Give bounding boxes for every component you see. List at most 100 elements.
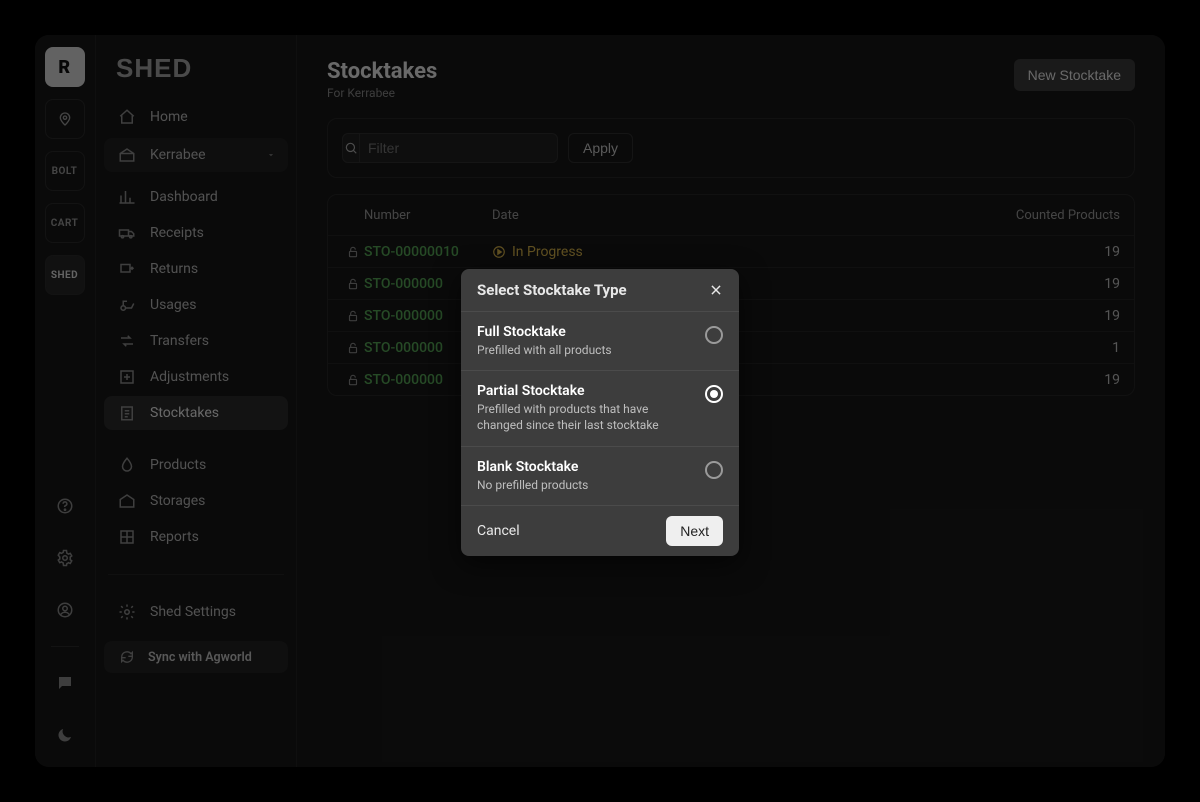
nav-transfers[interactable]: Transfers <box>104 324 288 358</box>
lock-icon <box>342 373 364 387</box>
nav-label: Usages <box>150 297 196 313</box>
clipboard-icon <box>116 404 138 422</box>
th-number: Number <box>364 208 492 223</box>
play-icon <box>492 245 506 259</box>
lock-icon <box>342 309 364 323</box>
rail-location-pin[interactable] <box>45 99 85 139</box>
row-number: STO-00000010 <box>364 244 492 260</box>
lock-icon <box>342 341 364 355</box>
row-count: 19 <box>970 308 1120 324</box>
row-count: 19 <box>970 276 1120 292</box>
user-icon <box>56 601 74 619</box>
table-header: Number Date Counted Products <box>328 195 1134 235</box>
gear-icon <box>56 549 74 567</box>
account-button[interactable] <box>45 590 85 630</box>
radio-icon <box>705 461 723 479</box>
adjust-icon <box>116 368 138 386</box>
option-title: Blank Stocktake <box>477 459 588 475</box>
next-button[interactable]: Next <box>666 516 723 546</box>
filter-input[interactable] <box>360 140 557 156</box>
help-icon <box>56 497 74 515</box>
cancel-button[interactable]: Cancel <box>477 523 520 539</box>
nav-storages[interactable]: Storages <box>104 484 288 518</box>
filter-panel: Apply <box>327 118 1135 178</box>
nav-products[interactable]: Products <box>104 448 288 482</box>
option-desc: Prefilled with all products <box>477 342 612 358</box>
sidebar: SHED Home Kerrabee Dashboard Receipts <box>95 35 297 767</box>
nav-location-label: Kerrabee <box>150 147 206 163</box>
new-stocktake-button[interactable]: New Stocktake <box>1014 59 1135 91</box>
chat-icon <box>56 674 74 692</box>
nav-home-label: Home <box>150 109 188 125</box>
usage-icon <box>116 296 138 314</box>
rail-tab-cart[interactable]: CART <box>45 203 85 243</box>
sync-label: Sync with Agworld <box>148 650 252 665</box>
nav-label: Transfers <box>150 333 209 349</box>
modal-title: Select Stocktake Type <box>477 281 627 299</box>
nav-shed-settings[interactable]: Shed Settings <box>104 595 288 629</box>
nav-home[interactable]: Home <box>104 100 288 134</box>
app-rail: R BOLT CART SHED <box>35 35 95 767</box>
radio-icon <box>705 385 723 403</box>
page-subtitle: For Kerrabee <box>327 86 437 100</box>
row-count: 1 <box>970 340 1120 356</box>
logo-button[interactable]: R <box>45 47 85 87</box>
filter-input-wrap[interactable] <box>342 133 558 163</box>
option-title: Full Stocktake <box>477 324 612 340</box>
stocktake-type-option[interactable]: Full Stocktake Prefilled with all produc… <box>461 311 739 370</box>
help-button[interactable] <box>45 486 85 526</box>
row-count: 19 <box>970 244 1120 260</box>
chevron-down-icon <box>266 150 276 160</box>
nav-location-select[interactable]: Kerrabee <box>104 138 288 172</box>
storage-icon <box>116 492 138 510</box>
chart-icon <box>116 188 138 206</box>
nav-adjustments[interactable]: Adjustments <box>104 360 288 394</box>
select-stocktake-type-modal: Select Stocktake Type Full Stocktake Pre… <box>461 269 739 556</box>
return-icon <box>116 260 138 278</box>
row-date: In Progress <box>492 244 970 260</box>
rail-tab-bolt[interactable]: BOLT <box>45 151 85 191</box>
nav-label: Reports <box>150 529 199 545</box>
nav-reports[interactable]: Reports <box>104 520 288 554</box>
option-title: Partial Stocktake <box>477 383 667 399</box>
option-desc: Prefilled with products that have change… <box>477 401 667 433</box>
nav-label: Returns <box>150 261 198 277</box>
nav-stocktakes[interactable]: Stocktakes <box>104 396 288 430</box>
sync-agworld-button[interactable]: Sync with Agworld <box>104 641 288 673</box>
stocktake-type-option[interactable]: Partial Stocktake Prefilled with product… <box>461 370 739 445</box>
row-count: 19 <box>970 372 1120 388</box>
sync-icon <box>116 649 138 665</box>
nav-label: Stocktakes <box>150 405 219 421</box>
rail-tab-shed[interactable]: SHED <box>45 255 85 295</box>
pin-icon <box>57 111 73 127</box>
gear-icon <box>116 603 138 621</box>
chat-button[interactable] <box>45 663 85 703</box>
drop-icon <box>116 456 138 474</box>
radio-icon <box>705 326 723 344</box>
nav-dashboard[interactable]: Dashboard <box>104 180 288 214</box>
stocktake-type-option[interactable]: Blank Stocktake No prefilled products <box>461 446 739 505</box>
nav-label: Shed Settings <box>150 604 236 620</box>
settings-button[interactable] <box>45 538 85 578</box>
truck-in-icon <box>116 224 138 242</box>
grid-icon <box>116 528 138 546</box>
sidebar-brand: SHED <box>104 49 288 98</box>
nav-label: Products <box>150 457 206 473</box>
table-row[interactable]: STO-00000010 In Progress 19 <box>328 235 1134 267</box>
nav-returns[interactable]: Returns <box>104 252 288 286</box>
th-date: Date <box>492 208 970 223</box>
nav-label: Receipts <box>150 225 204 241</box>
nav-usages[interactable]: Usages <box>104 288 288 322</box>
close-icon[interactable] <box>709 283 723 297</box>
home-icon <box>116 108 138 126</box>
moon-icon <box>56 726 74 744</box>
lock-icon <box>342 245 364 259</box>
nav-receipts[interactable]: Receipts <box>104 216 288 250</box>
lock-icon <box>342 277 364 291</box>
barn-icon <box>116 146 138 164</box>
nav-label: Adjustments <box>150 369 229 385</box>
apply-button[interactable]: Apply <box>568 133 633 163</box>
page-title: Stocktakes <box>327 59 437 84</box>
theme-button[interactable] <box>45 715 85 755</box>
transfer-icon <box>116 332 138 350</box>
